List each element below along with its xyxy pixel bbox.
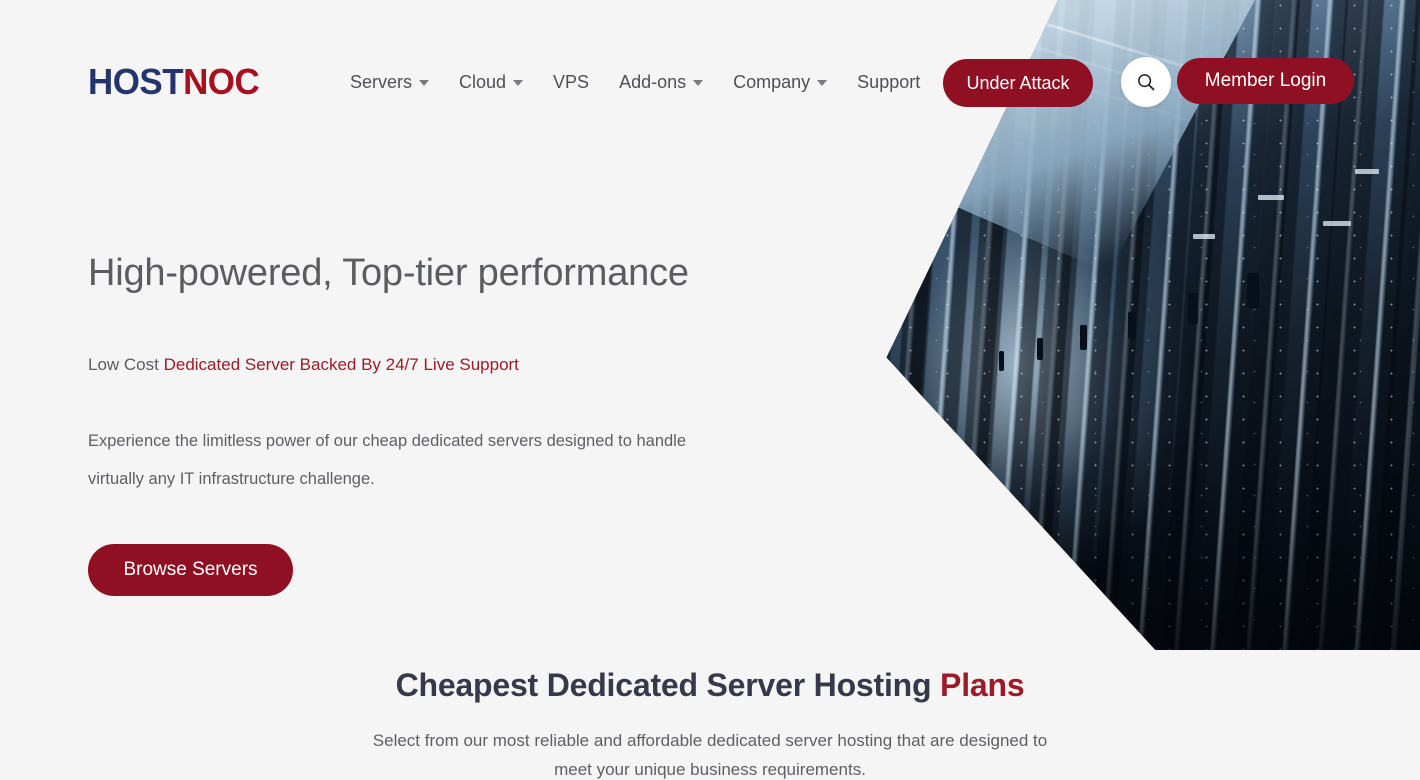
nav-label: VPS [553,72,590,92]
plans-title-accent: Plans [940,667,1025,703]
nav-item-company[interactable]: Company [733,70,843,95]
rack-panel [1258,195,1284,200]
rack-panel [1355,169,1380,174]
nav-item-cloud[interactable]: Cloud [459,70,539,95]
plans-section: Cheapest Dedicated Server Hosting Plans … [0,665,1420,780]
main-navigation: Servers Cloud VPS Add-ons Company Suppor… [350,70,936,95]
rack-handle [1247,273,1260,308]
under-attack-button[interactable]: Under Attack [943,59,1093,107]
search-icon [1138,74,1155,91]
hero-paragraph: Experience the limitless power of our ch… [88,432,687,489]
rack-handle [1187,292,1198,324]
site-header: HOSTNOC Servers Cloud VPS Add-ons Compan… [0,0,1420,150]
rack-handle [998,351,1004,371]
nav-label: Add-ons [619,72,687,92]
search-button[interactable] [1121,57,1171,107]
site-logo[interactable]: HOSTNOC [88,61,260,102]
hero-section: High-powered, Top-tier performance Low C… [88,250,748,597]
nav-label: Company [733,72,811,92]
plans-title-plain: Cheapest Dedicated Server Hosting [395,667,941,703]
logo-text-noc: NOC [183,61,260,102]
logo-text-host: HOST [88,61,184,102]
floor-shadow [886,429,1420,650]
nav-item-vps[interactable]: VPS [553,70,605,95]
rack-handle [1036,338,1043,360]
plans-subtitle: Select from our most reliable and afford… [372,730,1048,779]
chevron-down-icon [513,79,524,86]
rack-handle [1079,325,1087,350]
rack-handle [1128,312,1137,339]
member-login-button[interactable]: Member Login [1177,58,1354,104]
nav-label: Cloud [459,72,507,92]
hero-subtitle-accent: Dedicated Server Backed By 24/7 Live Sup… [163,354,519,374]
page-root: HOSTNOC Servers Cloud VPS Add-ons Compan… [0,0,1420,780]
plans-title: Cheapest Dedicated Server Hosting Plans [0,665,1420,707]
rack-panel [1322,221,1351,226]
nav-label: Support [857,72,921,92]
hero-title: High-powered, Top-tier performance [88,252,689,294]
nav-item-support[interactable]: Support [857,70,936,95]
chevron-down-icon [817,79,828,86]
nav-label: Servers [350,72,413,92]
chevron-down-icon [693,79,704,86]
browse-servers-button[interactable]: Browse Servers [88,544,293,597]
rack-panel [1193,234,1216,239]
chevron-down-icon [419,79,430,86]
nav-item-servers[interactable]: Servers [350,70,445,95]
nav-item-addons[interactable]: Add-ons [619,70,719,95]
hero-subtitle: Low Cost Dedicated Server Backed By 24/7… [88,353,748,377]
hero-subtitle-plain: Low Cost [88,354,164,374]
